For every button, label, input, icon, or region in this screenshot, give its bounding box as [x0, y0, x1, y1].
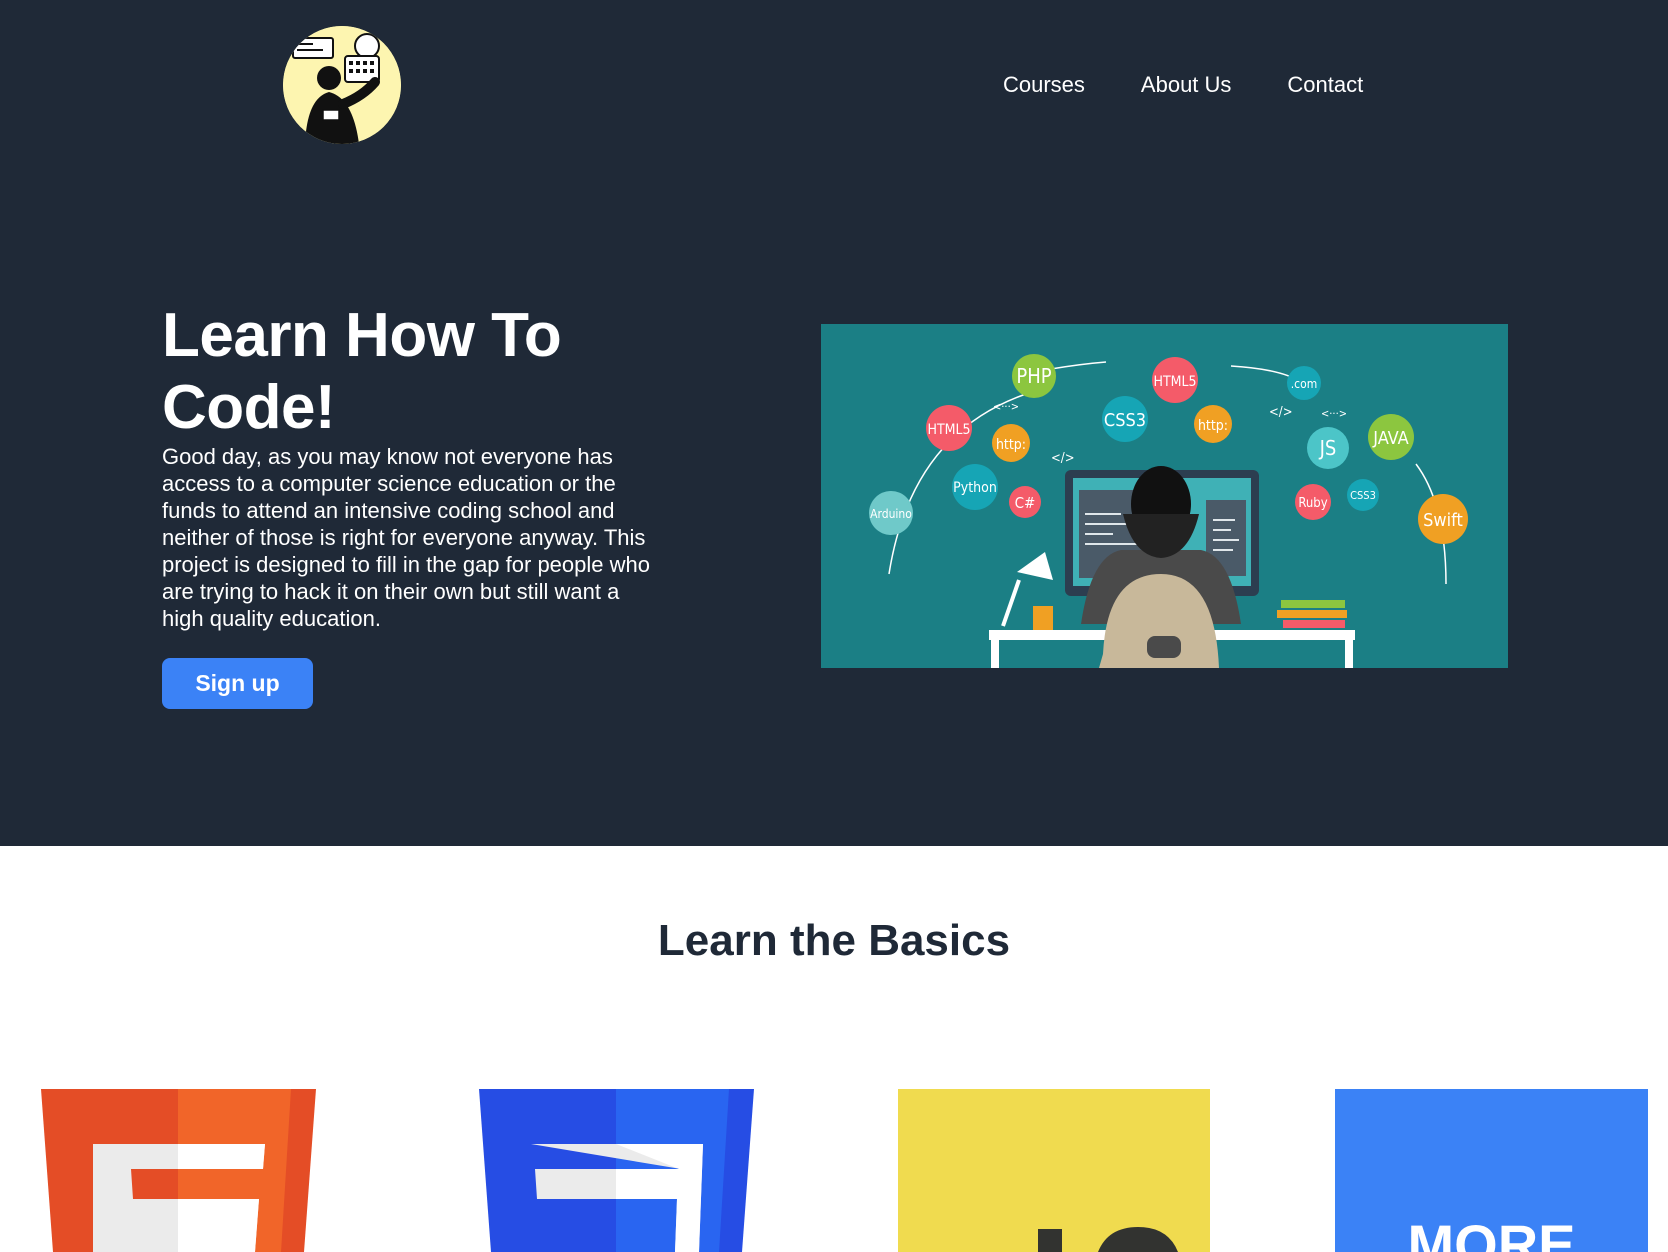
svg-text:Swift: Swift — [1423, 510, 1463, 531]
basics-title: Learn the Basics — [657, 916, 1011, 965]
http-bubble-right: http: — [1194, 405, 1232, 443]
site-logo[interactable] — [283, 26, 401, 144]
signup-button[interactable]: Sign up — [162, 658, 313, 709]
hero-title: Learn How To Code! — [162, 301, 562, 442]
nav-contact[interactable]: Contact — [1287, 72, 1363, 98]
html5-card[interactable] — [41, 1089, 316, 1252]
programmer-illustration-icon — [283, 26, 401, 144]
svg-text:Ruby: Ruby — [1298, 496, 1327, 511]
svg-text:HTML5: HTML5 — [927, 422, 970, 438]
svg-text:</>: </> — [1269, 405, 1293, 420]
svg-text:Python: Python — [953, 480, 997, 496]
more-card[interactable]: MORE — [1335, 1089, 1648, 1252]
svg-text:Arduino: Arduino — [870, 507, 912, 521]
swift-bubble: Swift — [1418, 494, 1468, 544]
svg-text:.com: .com — [1291, 377, 1317, 391]
dotcom-bubble: .com — [1287, 366, 1321, 400]
html5-bubble-left: HTML5 — [926, 405, 972, 451]
svg-text:CSS3: CSS3 — [1104, 410, 1146, 431]
ruby-bubble: Ruby — [1295, 484, 1331, 520]
svg-text:JAVA: JAVA — [1372, 428, 1408, 449]
svg-text:JS: JS — [1319, 436, 1337, 460]
nav-about-us[interactable]: About Us — [1141, 72, 1232, 98]
javascript-icon — [898, 1089, 1210, 1252]
css3-bubble-small: CSS3 — [1347, 479, 1379, 511]
svg-text:<···>: <···> — [1321, 407, 1347, 420]
svg-text:HTML5: HTML5 — [1153, 374, 1196, 390]
svg-text:http:: http: — [996, 437, 1026, 453]
html5-icon — [41, 1089, 316, 1252]
javascript-card[interactable] — [898, 1089, 1210, 1252]
css3-card[interactable] — [479, 1089, 754, 1252]
hero-coding-illustration: PHP HTML5 CSS3 http: .com HTML5 http: JS… — [821, 324, 1508, 668]
hero-description: Good day, as you may know not everyone h… — [162, 444, 650, 631]
python-bubble: Python — [952, 464, 998, 510]
java-bubble: JAVA — [1368, 414, 1414, 460]
svg-text:PHP: PHP — [1016, 364, 1051, 388]
http-bubble-left: http: — [992, 424, 1030, 462]
more-label: MORE — [1407, 1213, 1576, 1252]
main-nav: Courses About Us Contact — [1003, 72, 1419, 98]
svg-text:http:: http: — [1198, 418, 1228, 434]
js-bubble: JS — [1307, 427, 1349, 469]
css3-bubble: CSS3 — [1102, 396, 1148, 442]
html5-bubble-top: HTML5 — [1152, 357, 1198, 403]
basics-section: Learn the Basics MORE — [0, 846, 1668, 1252]
php-bubble: PHP — [1012, 354, 1056, 398]
svg-text:C#: C# — [1015, 494, 1036, 512]
hero-section: Courses About Us Contact Learn How To Co… — [0, 0, 1668, 846]
svg-text:</>: </> — [1051, 451, 1075, 466]
csharp-bubble: C# — [1009, 486, 1041, 518]
css3-icon — [479, 1089, 754, 1252]
svg-text:<···>: <···> — [993, 400, 1019, 413]
svg-text:CSS3: CSS3 — [1350, 489, 1376, 502]
nav-courses[interactable]: Courses — [1003, 72, 1085, 98]
arduino-bubble: Arduino — [869, 491, 913, 535]
